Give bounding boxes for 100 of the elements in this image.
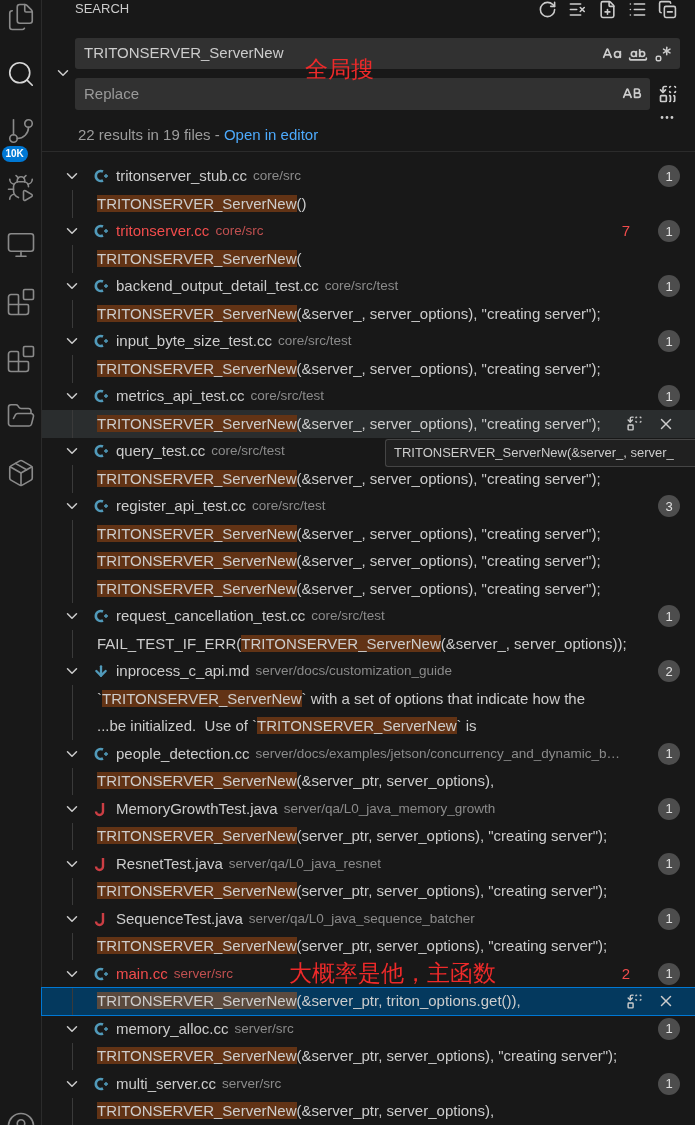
match-count-badge: 1 bbox=[658, 1072, 680, 1095]
search-match-row[interactable]: TRITONSERVER_ServerNew(&server_, server_options), "creating server"); bbox=[42, 520, 695, 548]
extensions-icon[interactable] bbox=[5, 287, 36, 317]
search-match-row[interactable]: TRITONSERVER_ServerNew( bbox=[42, 245, 695, 273]
file-name: MemoryGrowthTest.java bbox=[116, 798, 278, 819]
match-count-badge: 1 bbox=[658, 742, 680, 765]
match-text: TRITONSERVER_ServerNew(&server_ptr, server_options), "creating server"); bbox=[97, 1046, 618, 1066]
match-count-badge: 1 bbox=[658, 1017, 680, 1040]
new-file-icon[interactable] bbox=[598, 0, 617, 19]
search-match-row[interactable]: TRITONSERVER_ServerNew(&server_, server_options), "creating server"); bbox=[42, 547, 695, 575]
file-result-row[interactable]: input_byte_size_test.cc core/src/test 1 bbox=[42, 327, 695, 355]
match-count-badge: 1 bbox=[658, 165, 680, 188]
replace-icon[interactable] bbox=[626, 992, 643, 1010]
file-result-row[interactable]: tritonserver_stub.cc core/src 1 bbox=[42, 162, 695, 190]
match-text: TRITONSERVER_ServerNew(&server_, server_options), "creating server"); bbox=[97, 523, 601, 544]
cpp-file-icon bbox=[93, 388, 109, 405]
search-match-row[interactable]: TRITONSERVER_ServerNew(&server_, server_options), "creating server"); bbox=[42, 465, 695, 493]
refresh-icon[interactable] bbox=[538, 0, 557, 19]
tooltip: TRITONSERVER_ServerNew(&server_, server_ bbox=[385, 438, 695, 467]
replace-all-icon[interactable] bbox=[658, 84, 678, 104]
search-match-row[interactable]: TRITONSERVER_ServerNew(&server_, server_options), "creating server"); bbox=[42, 575, 695, 603]
list-view-icon[interactable] bbox=[628, 0, 647, 19]
file-path: core/src/test bbox=[277, 332, 352, 351]
search-match-row[interactable]: TRITONSERVER_ServerNew() bbox=[42, 190, 695, 218]
file-result-row[interactable]: SequenceTest.java server/qa/L0_java_sequence_batcher 1 bbox=[42, 905, 695, 933]
search-match-row[interactable]: TRITONSERVER_ServerNew(&server_ptr, triton_options.get()), bbox=[42, 987, 695, 1015]
match-count-badge: 1 bbox=[658, 605, 680, 628]
search-match-row[interactable]: TRITONSERVER_ServerNew(&server_, server_options), "creating server"); bbox=[42, 355, 695, 383]
search-match-row[interactable]: TRITONSERVER_ServerNew(&server_ptr, server_options), bbox=[42, 1097, 695, 1125]
file-result-row[interactable]: main.cc server/src 大概率是他，主函数 2 1 bbox=[42, 960, 695, 988]
file-path: core/src/test bbox=[250, 387, 324, 406]
file-result-row[interactable]: inprocess_c_api.md server/docs/customization_guide 2 bbox=[42, 657, 695, 685]
match-text: ...be initialized. Use of `TRITONSERVER_ServerNew` is bbox=[97, 716, 477, 736]
file-path: core/src/test bbox=[324, 277, 399, 296]
search-match-row[interactable]: TRITONSERVER_ServerNew(server_ptr, server_options), "creating server"); bbox=[42, 822, 695, 850]
match-count-badge: 2 bbox=[658, 660, 680, 683]
match-count-badge: 1 bbox=[658, 330, 680, 353]
panel-title: SEARCH bbox=[75, 0, 130, 19]
search-match-row[interactable]: TRITONSERVER_ServerNew(&server_ptr, server_options), "creating server"); bbox=[42, 1042, 695, 1070]
replace-icon[interactable] bbox=[626, 415, 643, 433]
regex-icon[interactable] bbox=[654, 44, 672, 63]
match-text: TRITONSERVER_ServerNew(&server_, server_options), "creating server"); bbox=[97, 358, 601, 379]
file-path: core/src bbox=[215, 222, 264, 241]
match-text: FAIL_TEST_IF_ERR(TRITONSERVER_ServerNew(&server_, server_options)); bbox=[97, 633, 627, 654]
file-path: server/qa/L0_java_resnet bbox=[228, 854, 382, 873]
search-match-row[interactable]: TRITONSERVER_ServerNew(server_ptr, server_options), "creating server"); bbox=[42, 932, 695, 960]
match-count-badge: 1 bbox=[658, 275, 680, 298]
file-path: core/src/test bbox=[311, 607, 385, 626]
match-count-badge: 1 bbox=[658, 797, 680, 820]
file-result-row[interactable]: request_cancellation_test.cc core/src/test 1 bbox=[42, 602, 695, 630]
file-result-row[interactable]: multi_server.cc server/src 1 bbox=[42, 1070, 695, 1098]
match-count-badge: 1 bbox=[658, 907, 680, 930]
problem-count: 7 bbox=[621, 221, 630, 241]
match-text: TRITONSERVER_ServerNew(&server_ptr, server_options), bbox=[97, 771, 495, 791]
cpp-file-icon bbox=[93, 168, 109, 185]
file-name: SequenceTest.java bbox=[116, 908, 243, 929]
file-name: request_cancellation_test.cc bbox=[116, 606, 306, 626]
match-count-badge: 1 bbox=[658, 962, 680, 985]
problem-count: 2 bbox=[621, 963, 630, 984]
cpp-file-icon bbox=[93, 443, 109, 460]
file-result-row[interactable]: tritonserver.cc core/src 7 1 bbox=[42, 217, 695, 245]
match-text: TRITONSERVER_ServerNew(&server_, server_options), "creating server"); bbox=[97, 551, 601, 571]
search-match-row[interactable]: TRITONSERVER_ServerNew(&server_, server_options), "creating server"); bbox=[42, 410, 695, 438]
search-match-row[interactable]: TRITONSERVER_ServerNew(server_ptr, server_options), "creating server"); bbox=[42, 877, 695, 905]
replace-input[interactable]: Replace bbox=[84, 82, 622, 106]
open-in-editor-link[interactable]: Open in editor bbox=[223, 124, 319, 147]
file-result-row[interactable]: backend_output_detail_test.cc core/src/test 1 bbox=[42, 272, 695, 300]
remote-explorer-icon[interactable] bbox=[5, 230, 36, 260]
file-path: server/qa/L0_java_memory_growth bbox=[283, 799, 496, 818]
match-text: TRITONSERVER_ServerNew(&server_, server_options), "creating server"); bbox=[97, 303, 601, 324]
file-path: core/src bbox=[252, 167, 301, 186]
match-count-badge: 3 bbox=[658, 495, 680, 518]
file-name: backend_output_detail_test.cc bbox=[116, 276, 319, 296]
file-result-row[interactable]: metrics_api_test.cc core/src/test 1 bbox=[42, 382, 695, 410]
file-result-row[interactable]: people_detection.cc server/docs/examples/jetson/concurrency_and_dynamic_b… 1 bbox=[42, 740, 695, 768]
extension-blocks-icon[interactable] bbox=[5, 344, 36, 374]
cpp-file-icon bbox=[93, 333, 109, 350]
file-result-row[interactable]: ResnetTest.java server/qa/L0_java_resnet 1 bbox=[42, 850, 695, 878]
annotation-note: 大概率是他，主函数 bbox=[288, 962, 496, 986]
file-path: server/src bbox=[222, 1074, 282, 1093]
search-match-row[interactable]: FAIL_TEST_IF_ERR(TRITONSERVER_ServerNew(&server_, server_options)); bbox=[42, 630, 695, 658]
clear-results-icon[interactable] bbox=[568, 0, 587, 19]
search-match-row[interactable]: `TRITONSERVER_ServerNew` with a set of options that indicate how the bbox=[42, 685, 695, 713]
search-match-row[interactable]: TRITONSERVER_ServerNew(&server_ptr, server_options), bbox=[42, 767, 695, 795]
file-name: inprocess_c_api.md bbox=[116, 661, 250, 681]
file-path: server/src bbox=[234, 1019, 294, 1038]
search-match-row[interactable]: TRITONSERVER_ServerNew(&server_, server_options), "creating server"); bbox=[42, 300, 695, 328]
match-text: TRITONSERVER_ServerNew(&server_, server_options), "creating server"); bbox=[97, 413, 601, 434]
match-count-badge: 1 bbox=[658, 385, 680, 408]
run-debug-icon[interactable] bbox=[5, 173, 36, 203]
collapse-all-icon[interactable] bbox=[658, 0, 677, 19]
file-name: memory_alloc.cc bbox=[116, 1018, 229, 1039]
cpp-file-icon bbox=[93, 498, 109, 515]
results-summary: 22 results in 19 files - bbox=[78, 125, 221, 145]
file-result-row[interactable]: register_api_test.cc core/src/test 3 bbox=[42, 492, 695, 520]
file-result-row[interactable]: MemoryGrowthTest.java server/qa/L0_java_memory_growth 1 bbox=[42, 795, 695, 823]
file-result-row[interactable]: memory_alloc.cc server/src 1 bbox=[42, 1015, 695, 1043]
search-match-row[interactable]: ...be initialized. Use of `TRITONSERVER_ServerNew` is bbox=[42, 712, 695, 740]
cpp-file-icon bbox=[93, 1075, 109, 1092]
file-name: metrics_api_test.cc bbox=[116, 386, 245, 406]
